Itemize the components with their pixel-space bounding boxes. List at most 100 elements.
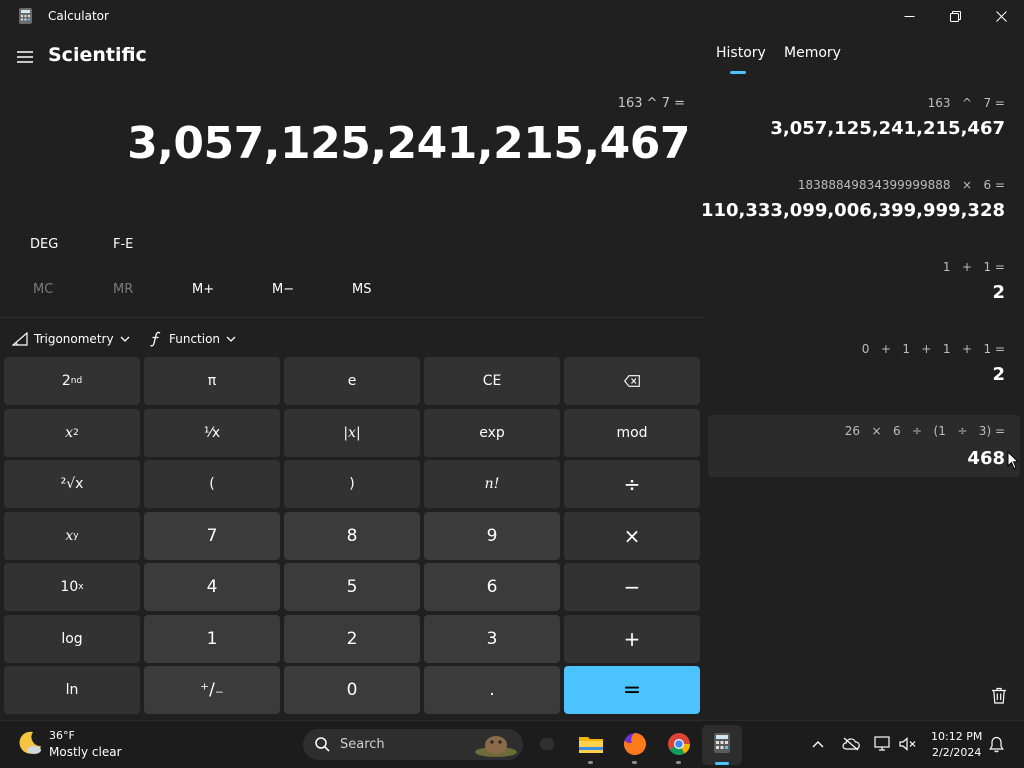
- left-paren-button[interactable]: (: [144, 460, 280, 508]
- taskbar: 36°F Mostly clear Search 10:12 PM 2/2/20…: [0, 720, 1024, 768]
- negate-button[interactable]: ⁺/₋: [144, 666, 280, 714]
- minimize-button[interactable]: [886, 0, 932, 32]
- fe-toggle-button[interactable]: F-E: [113, 237, 133, 252]
- volume-muted-icon[interactable]: [899, 737, 917, 751]
- search-label: Search: [340, 737, 385, 752]
- chevron-up-icon[interactable]: [812, 740, 824, 748]
- calculator-app-icon: [19, 8, 32, 24]
- memory-clear-button[interactable]: MC: [33, 282, 53, 297]
- tab-history[interactable]: History: [716, 45, 766, 61]
- mod-button[interactable]: mod: [564, 408, 700, 457]
- clear-history-button[interactable]: [991, 687, 1007, 708]
- multiply-button[interactable]: ×: [564, 511, 700, 560]
- history-result: 468: [967, 448, 1005, 469]
- notification-bell-icon[interactable]: [989, 736, 1004, 753]
- memory-recall-button[interactable]: MR: [113, 282, 133, 297]
- memory-store-button[interactable]: MS: [352, 282, 371, 297]
- power-base: x: [65, 527, 74, 544]
- digit-1-button[interactable]: 1: [144, 614, 280, 663]
- digit-0-button[interactable]: 0: [284, 666, 420, 714]
- digit-5-button[interactable]: 5: [284, 563, 420, 611]
- restore-icon: [949, 10, 961, 22]
- digit-3-button[interactable]: 3: [424, 614, 560, 663]
- second-function-button[interactable]: 2nd: [4, 357, 140, 405]
- navigation-menu-button[interactable]: [12, 44, 38, 70]
- add-button[interactable]: +: [564, 614, 700, 663]
- backspace-icon: [624, 375, 640, 387]
- history-item[interactable]: 18388849834399999888 × 6 = 110,333,099,0…: [701, 178, 1020, 240]
- digit-9-button[interactable]: 9: [424, 511, 560, 560]
- trigonometry-label: Trigonometry: [34, 332, 114, 346]
- right-paren-button[interactable]: ): [284, 460, 420, 508]
- active-app-indicator: [715, 762, 729, 765]
- search-highlight-icon: [475, 736, 517, 757]
- task-view-icon[interactable]: [540, 738, 554, 750]
- euler-button[interactable]: e: [284, 357, 420, 405]
- clock-time[interactable]: 10:12 PM: [931, 730, 982, 743]
- history-item[interactable]: 163 ^ 7 = 3,057,125,241,215,467: [708, 96, 1020, 158]
- divide-button[interactable]: ÷: [564, 460, 700, 508]
- memory-add-button[interactable]: M+: [192, 282, 214, 297]
- backspace-button[interactable]: [564, 357, 700, 405]
- history-expression: 163 ^ 7 =: [927, 96, 1005, 110]
- firefox-icon[interactable]: [622, 731, 648, 757]
- absolute-value-label: |x|: [343, 424, 361, 441]
- ten-power-button[interactable]: 10 x: [4, 563, 140, 611]
- chevron-down-icon: [226, 336, 236, 342]
- square-root-button[interactable]: ²√x: [4, 460, 140, 508]
- weather-temperature[interactable]: 36°F: [49, 729, 75, 742]
- history-item[interactable]: 26 × 6 ÷ (1 ÷ 3) = 468: [708, 415, 1020, 477]
- restore-button[interactable]: [932, 0, 978, 32]
- natural-log-button[interactable]: ln: [4, 666, 140, 714]
- power-button[interactable]: xy: [4, 511, 140, 560]
- digit-4-button[interactable]: 4: [144, 563, 280, 611]
- clear-entry-button[interactable]: CE: [424, 357, 560, 405]
- trigonometry-dropdown[interactable]: Trigonometry: [12, 328, 130, 350]
- cloud-offline-icon[interactable]: [842, 737, 860, 751]
- digit-7-button[interactable]: 7: [144, 511, 280, 560]
- history-expression: 0 + 1 + 1 + 1 =: [861, 342, 1005, 356]
- function-icon: [150, 331, 161, 347]
- digit-2-button[interactable]: 2: [284, 614, 420, 663]
- file-explorer-icon[interactable]: [578, 731, 604, 757]
- digit-6-button[interactable]: 6: [424, 563, 560, 611]
- history-result: 2: [992, 282, 1005, 303]
- factorial-button[interactable]: n!: [424, 460, 560, 508]
- search-icon: [315, 737, 330, 752]
- taskbar-search-box[interactable]: Search: [303, 729, 523, 760]
- tab-memory[interactable]: Memory: [784, 45, 841, 61]
- history-item[interactable]: 1 + 1 = 2: [708, 260, 1020, 322]
- weather-description[interactable]: Mostly clear: [49, 745, 122, 759]
- taskbar-calculator-button[interactable]: [702, 725, 742, 765]
- keypad: 2nd π e CE x2 ¹⁄x |x| exp mod ²√x ( ) n!…: [4, 357, 701, 717]
- digit-8-button[interactable]: 8: [284, 511, 420, 560]
- function-dropdown[interactable]: Function: [149, 328, 236, 350]
- mouse-cursor-icon: [1007, 451, 1019, 470]
- divider: [0, 317, 705, 318]
- history-expression: 1 + 1 =: [942, 260, 1005, 274]
- hamburger-icon: [17, 51, 33, 63]
- close-icon: [995, 10, 1007, 22]
- memory-subtract-button[interactable]: M−: [272, 282, 294, 297]
- clock-date[interactable]: 2/2/2024: [932, 746, 981, 759]
- equals-button[interactable]: =: [564, 666, 700, 714]
- second-label: 2: [61, 373, 71, 389]
- subtract-button[interactable]: −: [564, 563, 700, 611]
- title-bar: Calculator: [0, 0, 1024, 32]
- second-superscript: nd: [70, 376, 83, 386]
- log-button[interactable]: log: [4, 614, 140, 663]
- absolute-value-button[interactable]: |x|: [284, 408, 420, 457]
- ten-power-superscript: x: [78, 582, 84, 592]
- decimal-button[interactable]: .: [424, 666, 560, 714]
- close-button[interactable]: [978, 0, 1024, 32]
- moon-weather-icon: [19, 731, 41, 754]
- angle-unit-button[interactable]: DEG: [30, 237, 58, 252]
- network-icon[interactable]: [874, 736, 892, 752]
- reciprocal-button[interactable]: ¹⁄x: [144, 408, 280, 457]
- square-base: x: [65, 424, 74, 441]
- square-button[interactable]: x2: [4, 408, 140, 457]
- exp-button[interactable]: exp: [424, 408, 560, 457]
- history-item[interactable]: 0 + 1 + 1 + 1 = 2: [708, 342, 1020, 404]
- chrome-icon[interactable]: [666, 731, 692, 757]
- pi-button[interactable]: π: [144, 357, 280, 405]
